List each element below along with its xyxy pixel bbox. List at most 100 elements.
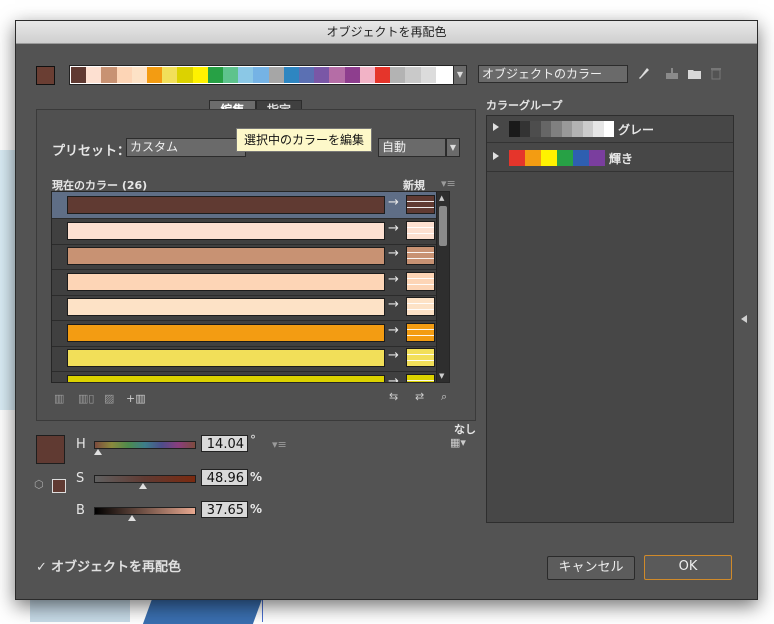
group-color-swatch[interactable] bbox=[541, 150, 557, 166]
strip-color-cell[interactable] bbox=[359, 67, 375, 83]
strip-color-cell[interactable] bbox=[283, 67, 299, 83]
group-color-swatch[interactable] bbox=[540, 121, 551, 137]
color-row[interactable]: → bbox=[52, 370, 449, 382]
group-color-swatch[interactable] bbox=[603, 121, 614, 137]
current-color-swatch[interactable] bbox=[36, 66, 55, 85]
list-options-icon[interactable]: ▾≡ bbox=[441, 177, 456, 191]
b-value-field[interactable]: 37.65 bbox=[201, 501, 248, 518]
strip-color-cell[interactable] bbox=[435, 67, 451, 83]
group-color-swatch[interactable] bbox=[573, 150, 589, 166]
auto-dropdown[interactable]: 自動 bbox=[378, 138, 446, 157]
s-value-field[interactable]: 48.96 bbox=[201, 469, 248, 486]
color-row[interactable]: → bbox=[52, 319, 449, 347]
new-color-swatch[interactable] bbox=[406, 322, 435, 342]
strip-color-cell[interactable] bbox=[101, 67, 117, 83]
new-color-swatch[interactable] bbox=[406, 220, 435, 240]
object-color-dropdown[interactable]: オブジェクトのカラー bbox=[478, 65, 628, 83]
new-color-swatch[interactable] bbox=[406, 271, 435, 291]
strip-color-cell[interactable] bbox=[223, 67, 239, 83]
auto-dropdown-arrow[interactable]: ▼ bbox=[446, 138, 460, 157]
new-color-swatch[interactable] bbox=[406, 373, 435, 382]
group-color-swatch[interactable] bbox=[530, 121, 541, 137]
group-color-swatch[interactable] bbox=[593, 121, 604, 137]
strip-color-cell[interactable] bbox=[314, 67, 330, 83]
strip-color-cell[interactable] bbox=[420, 67, 436, 83]
color-group-row[interactable]: グレー bbox=[487, 116, 733, 143]
small-color-swatch[interactable] bbox=[52, 479, 66, 493]
s-slider[interactable] bbox=[94, 475, 196, 483]
color-row[interactable]: → bbox=[52, 268, 449, 296]
scroll-thumb[interactable] bbox=[439, 206, 447, 246]
color-reduction-icon[interactable]: ▦▾ bbox=[450, 436, 466, 450]
strip-color-cell[interactable] bbox=[177, 67, 193, 83]
strip-color-cell[interactable] bbox=[344, 67, 360, 83]
h-slider[interactable] bbox=[94, 441, 196, 449]
color-row[interactable]: → bbox=[52, 294, 449, 321]
collapse-panel-arrow[interactable] bbox=[741, 315, 747, 323]
current-color-bar[interactable] bbox=[67, 221, 385, 240]
group-color-swatch[interactable] bbox=[525, 150, 541, 166]
strip-color-cell[interactable] bbox=[86, 67, 102, 83]
exclude-colors-icon[interactable]: ▨ bbox=[104, 392, 114, 406]
expand-triangle-icon[interactable] bbox=[493, 123, 499, 131]
current-color-bar[interactable] bbox=[67, 247, 385, 265]
trash-icon[interactable] bbox=[710, 67, 722, 84]
strip-color-cell[interactable] bbox=[116, 67, 132, 83]
color-strip[interactable] bbox=[69, 65, 455, 85]
active-color-swatch[interactable] bbox=[36, 435, 65, 464]
strip-color-cell[interactable] bbox=[390, 67, 406, 83]
group-color-swatch[interactable] bbox=[557, 150, 573, 166]
strip-color-cell[interactable] bbox=[253, 67, 269, 83]
group-color-swatch[interactable] bbox=[551, 121, 562, 137]
strip-color-cell[interactable] bbox=[268, 67, 284, 83]
separate-colors-icon[interactable]: ▥▯ bbox=[78, 392, 94, 406]
s-slider-thumb[interactable] bbox=[139, 483, 147, 489]
group-color-swatch[interactable] bbox=[561, 121, 572, 137]
random-saturation-icon[interactable]: ⇄ bbox=[415, 390, 424, 404]
strip-color-cell[interactable] bbox=[299, 67, 315, 83]
strip-color-cell[interactable] bbox=[131, 67, 147, 83]
color-row[interactable]: → bbox=[52, 217, 449, 245]
strip-color-cell[interactable] bbox=[375, 67, 391, 83]
color-mode-icon[interactable]: ⬡ bbox=[34, 478, 44, 492]
strip-color-cell[interactable] bbox=[207, 67, 223, 83]
strip-color-cell[interactable] bbox=[238, 67, 254, 83]
color-row[interactable]: → bbox=[52, 192, 449, 219]
new-color-swatch[interactable] bbox=[406, 195, 435, 214]
current-color-bar[interactable] bbox=[67, 272, 385, 291]
strip-color-cell[interactable] bbox=[147, 67, 163, 83]
merge-colors-icon[interactable]: ▥ bbox=[54, 392, 64, 406]
new-group-icon[interactable] bbox=[665, 67, 679, 85]
strip-color-cell[interactable] bbox=[71, 67, 87, 83]
preset-dropdown[interactable]: カスタム bbox=[126, 138, 246, 157]
ok-button[interactable]: OK bbox=[644, 555, 732, 580]
new-color-swatch[interactable] bbox=[406, 348, 435, 367]
current-color-bar[interactable] bbox=[67, 323, 385, 342]
group-color-swatch[interactable] bbox=[582, 121, 593, 137]
b-slider[interactable] bbox=[94, 507, 196, 515]
new-row-icon[interactable]: +▥ bbox=[126, 392, 146, 406]
current-color-bar[interactable] bbox=[67, 298, 385, 316]
new-color-swatch[interactable] bbox=[406, 246, 435, 265]
cancel-button[interactable]: キャンセル bbox=[547, 556, 635, 580]
folder-icon[interactable] bbox=[687, 67, 702, 84]
h-value-field[interactable]: 14.04 bbox=[201, 435, 248, 452]
group-color-swatch[interactable] bbox=[509, 150, 525, 166]
expand-triangle-icon[interactable] bbox=[493, 152, 499, 160]
recolor-checkbox[interactable]: ✓ オブジェクトを再配色 bbox=[36, 556, 181, 575]
new-color-swatch[interactable] bbox=[406, 297, 435, 316]
current-color-bar[interactable] bbox=[67, 349, 385, 367]
b-slider-thumb[interactable] bbox=[128, 515, 136, 521]
eyedropper-icon[interactable] bbox=[638, 67, 650, 85]
color-strip-dropdown[interactable]: ▼ bbox=[453, 65, 467, 85]
group-color-swatch[interactable] bbox=[589, 150, 605, 166]
color-row[interactable]: → bbox=[52, 345, 449, 372]
scrollbar[interactable]: ▲ ▼ bbox=[436, 192, 449, 382]
group-color-swatch[interactable] bbox=[572, 121, 583, 137]
group-color-swatch[interactable] bbox=[519, 121, 530, 137]
current-color-bar[interactable] bbox=[67, 374, 385, 382]
strip-color-cell[interactable] bbox=[192, 67, 208, 83]
strip-color-cell[interactable] bbox=[162, 67, 178, 83]
random-order-icon[interactable]: ⇆ bbox=[389, 390, 398, 404]
strip-color-cell[interactable] bbox=[329, 67, 345, 83]
